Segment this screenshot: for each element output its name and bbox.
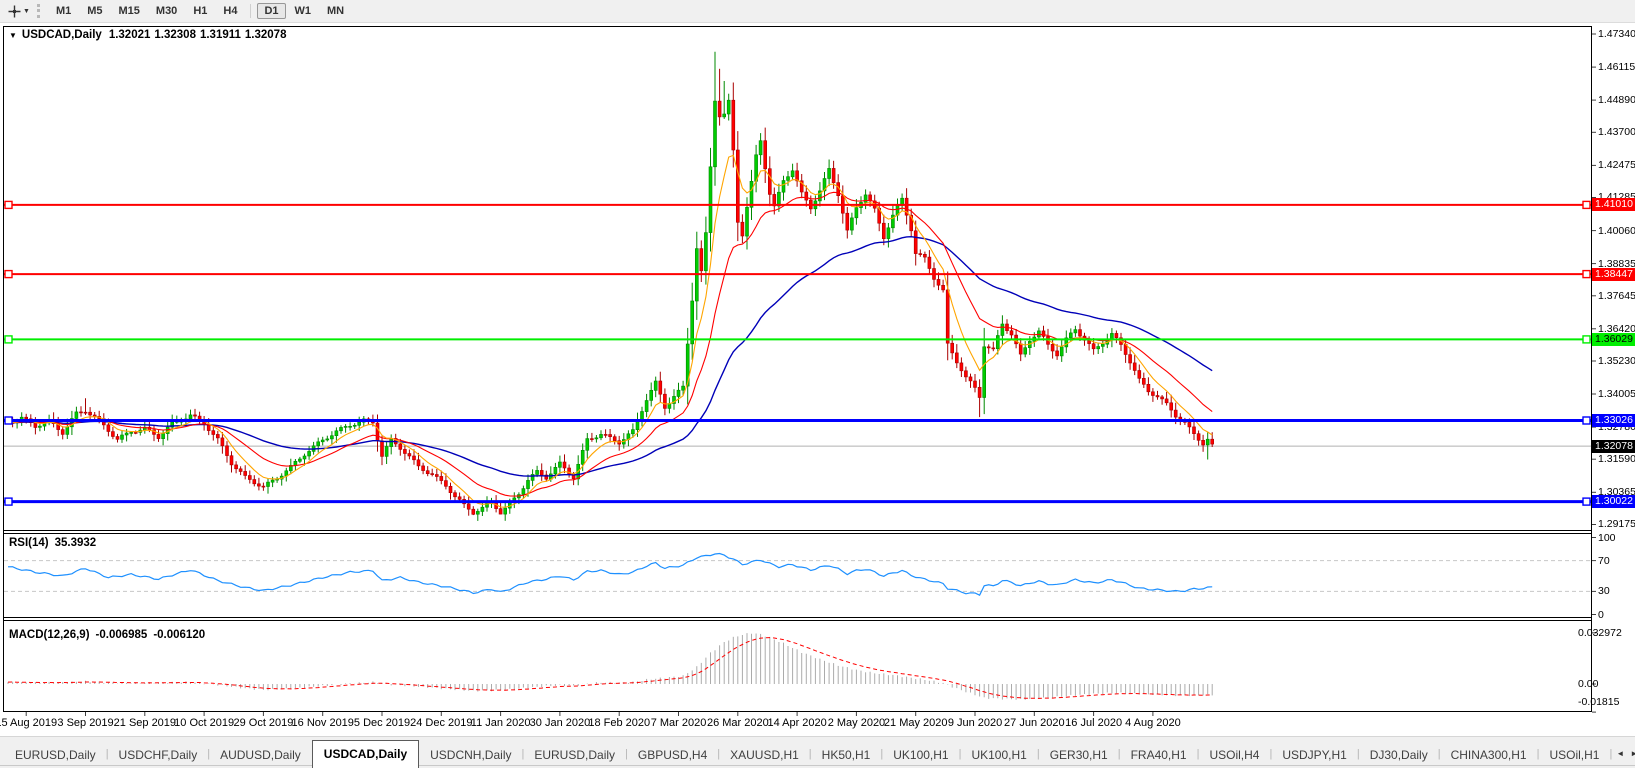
chart-tab-fra40-h1[interactable]: FRA40,H1 [1122, 743, 1196, 768]
bar-close: 1.32078 [244, 29, 287, 41]
bar-open: 1.32021 [108, 29, 151, 41]
timeframe-button-h4[interactable]: H4 [216, 3, 244, 19]
timeframe-toolbar: ▼ M1 M5 M15 M30 H1 H4 D1 W1 MN [0, 0, 1635, 23]
date-axis-ticks [25, 712, 1154, 716]
timeframe-button-m30[interactable]: M30 [149, 3, 184, 19]
chart-tab-dj30-daily[interactable]: DJ30,Daily [1361, 743, 1437, 768]
timeframe-button-d1[interactable]: D1 [257, 3, 286, 19]
chart-tab-audusd-daily[interactable]: AUDUSD,Daily [211, 743, 310, 768]
chart-tab-china300-h1[interactable]: CHINA300,H1 [1442, 743, 1536, 768]
chart-tab-usoil-h1[interactable]: USOil,H1 [1540, 743, 1608, 768]
tab-separator: | [1609, 747, 1613, 760]
chart-tab-ger30-h1[interactable]: GER30,H1 [1041, 743, 1117, 768]
chart-tab-xauusd-h1[interactable]: XAUUSD,H1 [721, 743, 808, 768]
timeframe-button-m5[interactable]: M5 [80, 3, 109, 19]
window-border [3, 26, 1592, 712]
horizontal-level-line[interactable] [4, 200, 1591, 210]
chart-tab-uk100-h1[interactable]: UK100,H1 [884, 743, 957, 768]
chart-tab-usdcad-daily[interactable]: USDCAD,Daily [311, 740, 420, 768]
macd-label: MACD(12,26,9) -0.006985 -0.006120 [9, 629, 205, 641]
rsi-line [7, 552, 1213, 596]
chart-tab-eurusd-daily[interactable]: EURUSD,Daily [525, 743, 624, 768]
toolbar-separator [250, 4, 252, 18]
chart-tab-hk50-h1[interactable]: HK50,H1 [813, 743, 880, 768]
mt4-terminal: ▼ M1 M5 M15 M30 H1 H4 D1 W1 MN ▼ USDCAD,Daily 1.… [0, 0, 1635, 768]
horizontal-level-line[interactable] [4, 497, 1591, 506]
timeframe-button-m15[interactable]: M15 [112, 3, 147, 19]
chart-tab-usdcnh-daily[interactable]: USDCNH,Daily [421, 743, 520, 768]
macd-signal-line [7, 637, 1213, 699]
chart-tab-gbpusd-h4[interactable]: GBPUSD,H4 [629, 743, 716, 768]
horizontal-level-line[interactable] [4, 335, 1591, 344]
horizontal-level-line[interactable] [4, 269, 1591, 279]
collapse-triangle-icon[interactable]: ▼ [9, 29, 17, 42]
chart-tab-usoil-h4[interactable]: USOil,H4 [1200, 743, 1268, 768]
tabs-scroll-right-icon[interactable]: ► [1630, 749, 1635, 758]
timeframe-buttons: M1 M5 M15 M30 H1 H4 D1 W1 MN [48, 3, 352, 19]
timeframe-button-mn[interactable]: MN [320, 3, 351, 19]
price-axis-ticks [1592, 33, 1596, 713]
macd-histogram [7, 633, 1213, 700]
timeframe-button-w1[interactable]: W1 [288, 3, 319, 19]
crosshair-tool-icon[interactable] [6, 3, 22, 19]
candles [6, 51, 1214, 521]
rsi-label: RSI(14) 35.3932 [9, 537, 96, 549]
macd-signal-value: -0.006120 [153, 629, 206, 641]
chart-tab-bar: EURUSD,Daily | USDCHF,Daily | AUDUSD,Daily US… [0, 736, 1635, 768]
chart-tab-usdjpy-h1[interactable]: USDJPY,H1 [1273, 743, 1355, 768]
toolbar-grip [36, 4, 40, 18]
rsi-value: 35.3932 [54, 537, 97, 549]
ma-fast-line[interactable] [7, 154, 1213, 508]
chart-tab-usdchf-daily[interactable]: USDCHF,Daily [110, 743, 207, 768]
chart-graphics [3, 26, 1596, 716]
chart-title: ▼ USDCAD,Daily 1.32021 1.32308 1.31911 1… [9, 29, 286, 42]
chart-symbol-period: USDCAD,Daily [21, 29, 102, 41]
macd-value: -0.006985 [95, 629, 148, 641]
chart-tab-uk100-h1[interactable]: UK100,H1 [962, 743, 1035, 768]
chart-tabs: EURUSD,Daily | USDCHF,Daily | AUDUSD,Daily US… [6, 739, 1635, 768]
dropdown-caret-icon[interactable]: ▼ [23, 8, 30, 15]
macd-name: MACD(12,26,9) [9, 629, 90, 641]
rsi-name: RSI(14) [9, 537, 49, 549]
horizontal-level-line[interactable] [4, 416, 1591, 425]
tabs-scroll-left-icon[interactable]: ◄ [1616, 749, 1624, 758]
timeframe-button-h1[interactable]: H1 [186, 3, 214, 19]
bar-high: 1.32308 [154, 29, 196, 41]
chart-tab-eurusd-daily[interactable]: EURUSD,Daily [6, 743, 105, 768]
bar-low: 1.31911 [199, 29, 241, 41]
timeframe-button-m1[interactable]: M1 [49, 3, 78, 19]
